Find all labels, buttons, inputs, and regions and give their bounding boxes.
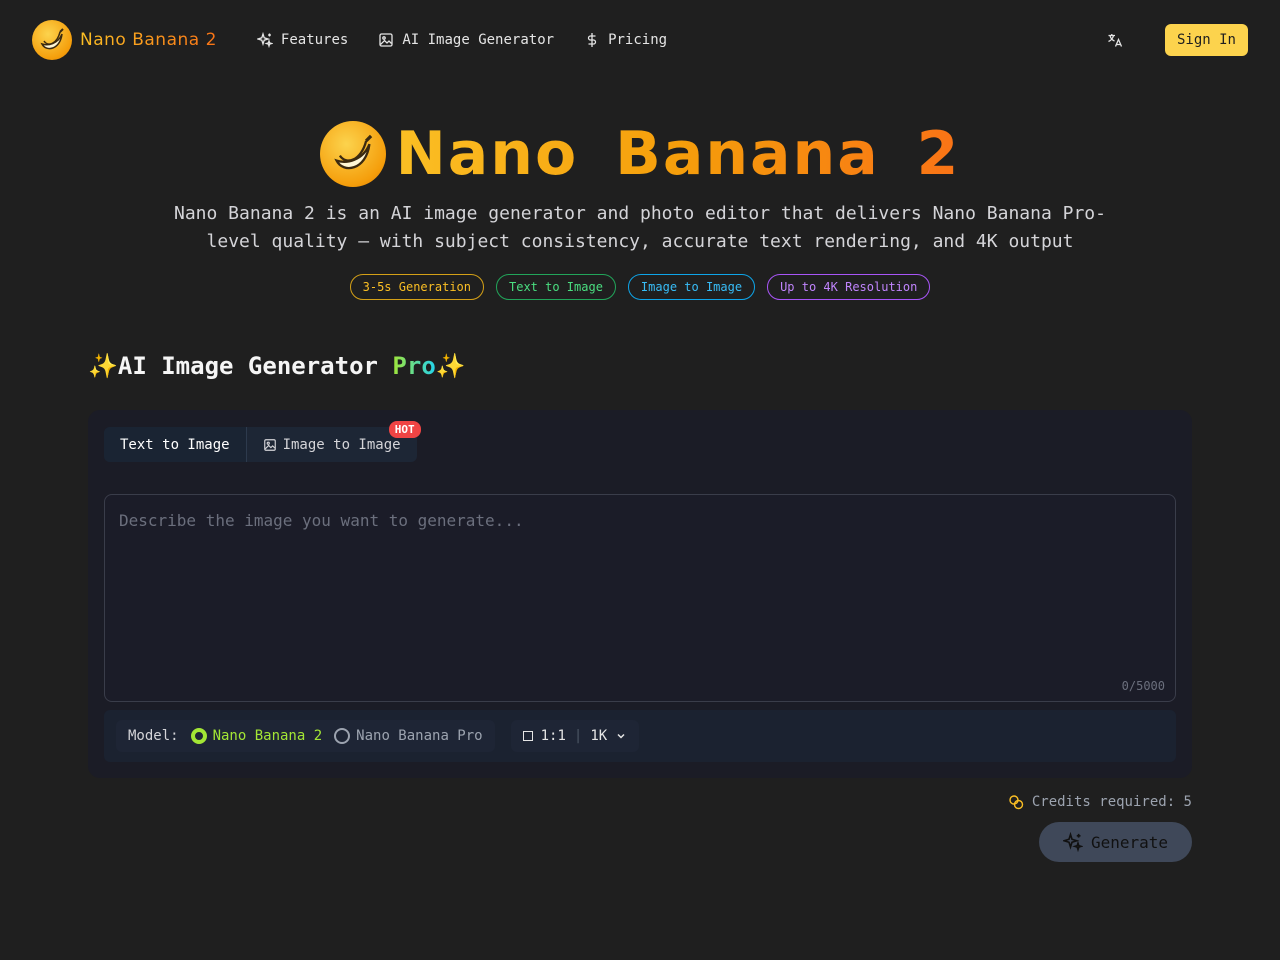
feature-badge: Text to Image [496, 274, 616, 300]
image-icon [379, 33, 393, 47]
feature-badge: Image to Image [627, 274, 756, 300]
prompt-input[interactable] [105, 495, 1175, 701]
sparkles-icon [256, 32, 273, 48]
square-icon [522, 731, 533, 741]
translate-icon[interactable] [1105, 30, 1125, 50]
brand-link[interactable]: Nano Banana 2 [32, 20, 217, 60]
brand-name: Nano Banana 2 [80, 30, 217, 50]
divider: | [573, 728, 583, 744]
dollar-icon [587, 33, 597, 47]
aspect-resolution-dropdown[interactable]: 1:1 | 1K [510, 720, 640, 752]
nav-link-label: Features [280, 32, 349, 48]
model-option-nano-banana-pro[interactable]: Nano Banana Pro [334, 728, 483, 744]
generate-label: Generate [1090, 832, 1169, 852]
credits-text: Credits required: 5 [1031, 794, 1192, 810]
title-pro: Pro [392, 352, 436, 380]
model-option-nano-banana-2[interactable]: Nano Banana 2 [190, 728, 323, 744]
banana-logo-icon [319, 121, 386, 187]
model-option-label: Nano Banana 2 [212, 728, 323, 744]
hot-badge: HOT [388, 421, 421, 438]
sparkles-icon [1062, 832, 1083, 852]
mode-tabs: Text to Image Image to Image HOT [104, 421, 421, 462]
tab-image-to-image[interactable]: Image to Image HOT [247, 421, 421, 462]
nav-link-label: Pricing [608, 32, 668, 48]
tab-label: Image to Image [282, 436, 401, 453]
radio-empty-icon [334, 728, 351, 744]
aspect-ratio-value: 1:1 [540, 728, 566, 744]
char-counter: 0/5000 [1121, 679, 1165, 693]
top-navbar: Nano Banana 2 Features AI Image Generato… [0, 0, 1280, 80]
page-title: Nano Banana 2 [395, 119, 961, 189]
title-prefix: ✨AI Image Generator [88, 352, 393, 380]
nav-link-ai-image-generator[interactable]: AI Image Generator [378, 32, 554, 48]
model-selector: Model: Nano Banana 2 Nano Banana Pro [116, 720, 495, 752]
model-label: Model: [128, 728, 179, 744]
title-suffix: ✨ [435, 352, 466, 380]
options-bar: Model: Nano Banana 2 Nano Banana Pro 1:1… [104, 710, 1176, 762]
resolution-value: 1K [590, 728, 608, 744]
tab-text-to-image[interactable]: Text to Image [104, 427, 247, 462]
banana-logo-icon [32, 20, 72, 60]
nav-link-pricing[interactable]: Pricing [584, 32, 667, 48]
hero-section: Nano Banana 2 Nano Banana 2 is an AI ima… [0, 112, 1280, 300]
credits-info: Credits required: 5 [1008, 794, 1192, 810]
radio-selected-icon [190, 728, 207, 744]
tab-label: Text to Image [120, 436, 230, 453]
feature-badges: 3-5s Generation Text to Image Image to I… [0, 274, 1280, 300]
hero-subtitle: Nano Banana 2 is an AI image generator a… [174, 203, 1106, 252]
generator-panel: Text to Image Image to Image HOT 0/5000 … [88, 410, 1192, 778]
image-icon [263, 438, 276, 451]
coins-icon [1009, 795, 1024, 810]
prompt-area: 0/5000 [104, 494, 1176, 702]
chevron-down-icon [617, 733, 625, 739]
nav-link-label: AI Image Generator [402, 32, 555, 48]
generator-section-title: ✨AI Image Generator Pro✨ [88, 352, 466, 380]
generate-button[interactable]: Generate [1039, 822, 1192, 862]
feature-badge: Up to 4K Resolution [767, 274, 931, 300]
feature-badge: 3-5s Generation [349, 274, 484, 300]
model-option-label: Nano Banana Pro [356, 728, 483, 744]
nav-link-features[interactable]: Features [256, 32, 349, 48]
sign-in-button[interactable]: Sign In [1164, 24, 1248, 56]
